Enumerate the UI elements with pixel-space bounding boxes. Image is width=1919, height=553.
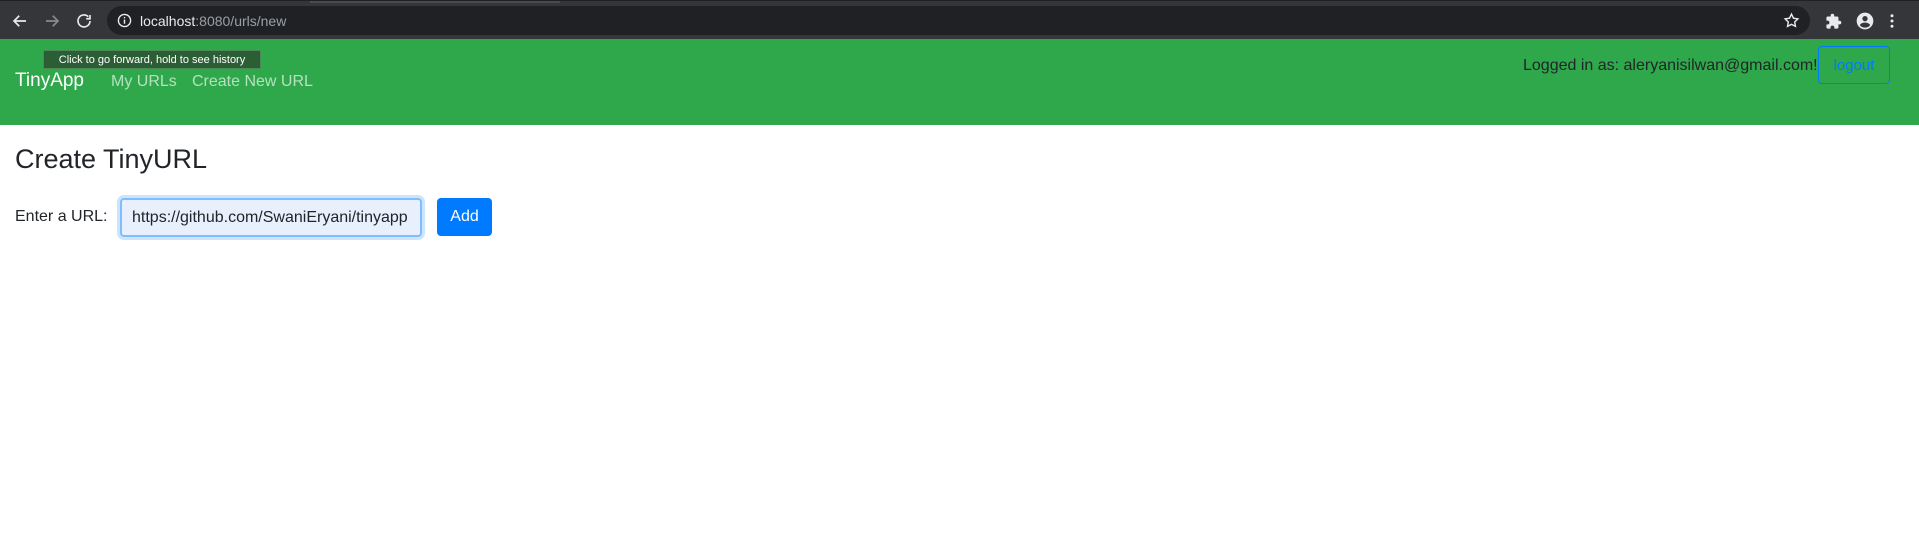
url-label: Enter a URL: [15,208,108,225]
menu-icon[interactable] [1881,10,1903,32]
add-button[interactable]: Add [437,198,492,236]
info-icon[interactable] [117,13,132,28]
url-path: :8080/urls/new [195,12,287,29]
url-input[interactable] [120,198,422,237]
back-icon[interactable] [9,10,31,32]
nav-link-my-urls[interactable]: My URLs [111,73,177,91]
logout-button[interactable]: logout [1818,46,1890,84]
browser-toolbar: localhost:8080/urls/new [0,0,1919,39]
address-url[interactable]: localhost:8080/urls/new [140,13,286,29]
nav-link-create-new-url[interactable]: Create New URL [192,73,313,91]
address-bar[interactable]: localhost:8080/urls/new [107,6,1810,35]
tab-strip-edge [310,1,560,3]
logged-in-status: Logged in as: aleryanisilwan@gmail.com! [1523,57,1818,74]
forward-icon[interactable] [41,10,63,32]
extensions-icon[interactable] [1822,10,1844,32]
app-navbar: TinyApp My URLs Create New URL Logged in… [0,39,1919,125]
url-host: localhost [140,12,196,29]
reload-icon[interactable] [73,10,95,32]
profile-icon[interactable] [1854,10,1876,32]
page-title: Create TinyURL [15,144,208,174]
star-icon[interactable] [1783,12,1800,29]
brand-link[interactable]: TinyApp [15,70,84,92]
forward-tooltip: Click to go forward, hold to see history [43,50,261,69]
